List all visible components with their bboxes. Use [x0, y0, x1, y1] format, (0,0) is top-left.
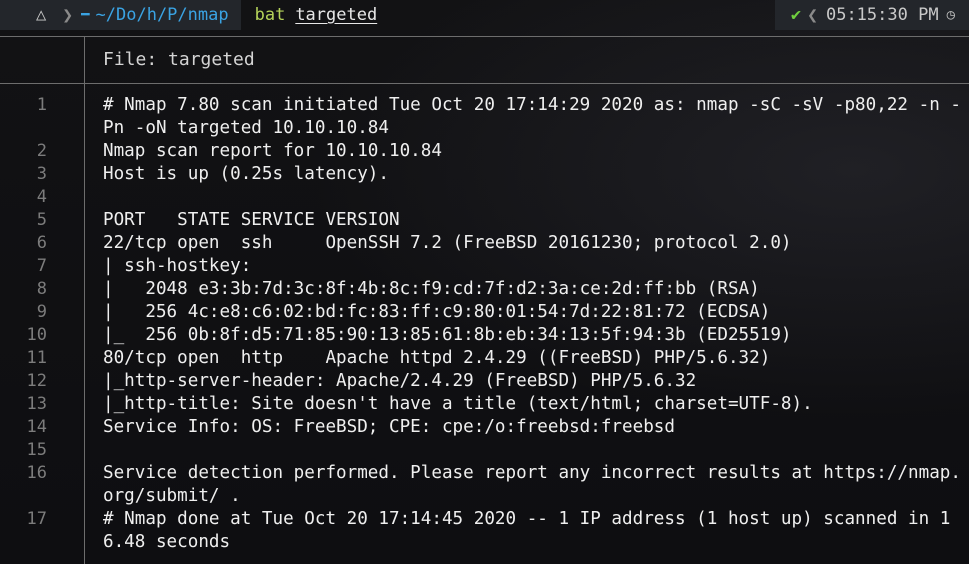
terminal-window[interactable]: △ ❯ ━ ~/Do/h/P/nmap bat targeted ✔ ❮ 05:… — [0, 0, 969, 564]
file-line: 10 |_ 256 0b:8f:d5:71:85:90:13:85:61:8b:e… — [0, 324, 969, 347]
line-text: | ssh-hostkey: — [103, 256, 262, 276]
line-text: # Nmap done at Tue Oct 20 17:14:45 2020 … — [103, 509, 951, 552]
file-line: 9 | 256 4c:e8:c6:02:bd:fc:83:ff:c9:80:01:… — [0, 301, 969, 324]
line-text: PORT STATE SERVICE VERSION — [103, 210, 400, 230]
line-number: 2 — [36, 141, 47, 161]
line-text — [103, 439, 965, 462]
line-number: 9 — [36, 302, 47, 322]
file-line: 14 Service Info: OS: FreeBSD; CPE: cpe:/o… — [0, 416, 969, 439]
chevron-left-icon: ❮ — [807, 4, 818, 26]
line-number: 7 — [36, 256, 47, 276]
file-line: 13 |_http-title: Site doesn't have a titl… — [0, 393, 969, 416]
line-text: 80/tcp open http Apache httpd 2.4.29 ((F… — [103, 348, 771, 368]
line-text: |_ 256 0b:8f:d5:71:85:90:13:85:61:8b:eb:… — [103, 325, 792, 345]
prompt-time: 05:15:30 PM — [825, 5, 939, 25]
file-line: 12 |_http-server-header: Apache/2.4.29 (F… — [0, 370, 969, 393]
file-line: 16 Service detection performed. Please re… — [0, 462, 969, 508]
file-line: 8 | 2048 e3:3b:7d:3c:8f:4b:8c:f9:cd:7f:d2… — [0, 278, 969, 301]
file-line: 6 22/tcp open ssh OpenSSH 7.2 (FreeBSD 20… — [0, 232, 969, 255]
line-text: |_http-title: Site doesn't have a title … — [103, 394, 813, 414]
line-number: 17 — [26, 509, 47, 529]
line-text: | 2048 e3:3b:7d:3c:8f:4b:8c:f9:cd:7f:d2:… — [103, 279, 760, 299]
command-name: bat — [254, 5, 286, 25]
chevron-right-icon: ❯ — [62, 4, 74, 26]
current-path: ~/Do/h/P/nmap — [95, 5, 229, 25]
line-number: 3 — [36, 164, 47, 184]
file-content[interactable]: 1 # Nmap 7.80 scan initiated Tue Oct 20 1… — [0, 94, 969, 554]
line-text: Nmap scan report for 10.10.10.84 — [103, 141, 442, 161]
line-number: 16 — [26, 463, 47, 483]
file-line: 7 | ssh-hostkey: — [0, 255, 969, 278]
prompt-left-segment: △ ❯ ━ ~/Do/h/P/nmap — [0, 0, 241, 30]
line-number: 1 — [36, 95, 47, 115]
file-line: 17 # Nmap done at Tue Oct 20 17:14:45 202… — [0, 508, 969, 554]
file-line: 15 — [0, 439, 969, 462]
file-line: 1 # Nmap 7.80 scan initiated Tue Oct 20 1… — [0, 94, 969, 140]
line-text: Host is up (0.25s latency). — [103, 164, 389, 184]
line-text — [103, 186, 965, 209]
line-number: 10 — [26, 325, 47, 345]
line-text: Service detection performed. Please repo… — [103, 463, 961, 506]
file-line: 11 80/tcp open http Apache httpd 2.4.29 (… — [0, 347, 969, 370]
clock-icon: ◷ — [946, 7, 955, 23]
bat-file-header: File: targeted — [0, 37, 969, 83]
linux-penguin-icon: △ — [36, 5, 47, 25]
line-number: 14 — [26, 417, 47, 437]
line-number: 11 — [26, 348, 47, 368]
header-bottom-rule — [0, 83, 969, 84]
line-number: 6 — [36, 233, 47, 253]
line-number: 8 — [36, 279, 47, 299]
line-text: Service Info: OS: FreeBSD; CPE: cpe:/o:f… — [103, 417, 675, 437]
line-text: |_http-server-header: Apache/2.4.29 (Fre… — [103, 371, 697, 391]
file-name-label: File: targeted — [103, 49, 255, 70]
file-line: 5 PORT STATE SERVICE VERSION — [0, 209, 969, 232]
file-line: 3 Host is up (0.25s latency). — [0, 163, 969, 186]
line-number: 4 — [36, 187, 47, 207]
file-line: 2 Nmap scan report for 10.10.10.84 — [0, 140, 969, 163]
success-check-icon: ✔ — [790, 5, 802, 25]
file-line: 4 — [0, 186, 969, 209]
line-number: 15 — [26, 440, 47, 460]
line-number: 5 — [36, 210, 47, 230]
folder-icon: ━ — [81, 7, 90, 23]
prompt-right-segment: ✔ ❮ 05:15:30 PM ◷ — [774, 0, 969, 30]
command-argument[interactable]: targeted — [295, 5, 377, 25]
shell-prompt: △ ❯ ━ ~/Do/h/P/nmap bat targeted ✔ ❮ 05:… — [0, 0, 969, 30]
line-number: 13 — [26, 394, 47, 414]
line-text: # Nmap 7.80 scan initiated Tue Oct 20 17… — [103, 95, 961, 138]
line-text: 22/tcp open ssh OpenSSH 7.2 (FreeBSD 201… — [103, 233, 792, 253]
line-text: | 256 4c:e8:c6:02:bd:fc:83:ff:c9:80:01:5… — [103, 302, 771, 322]
line-number: 12 — [26, 371, 47, 391]
